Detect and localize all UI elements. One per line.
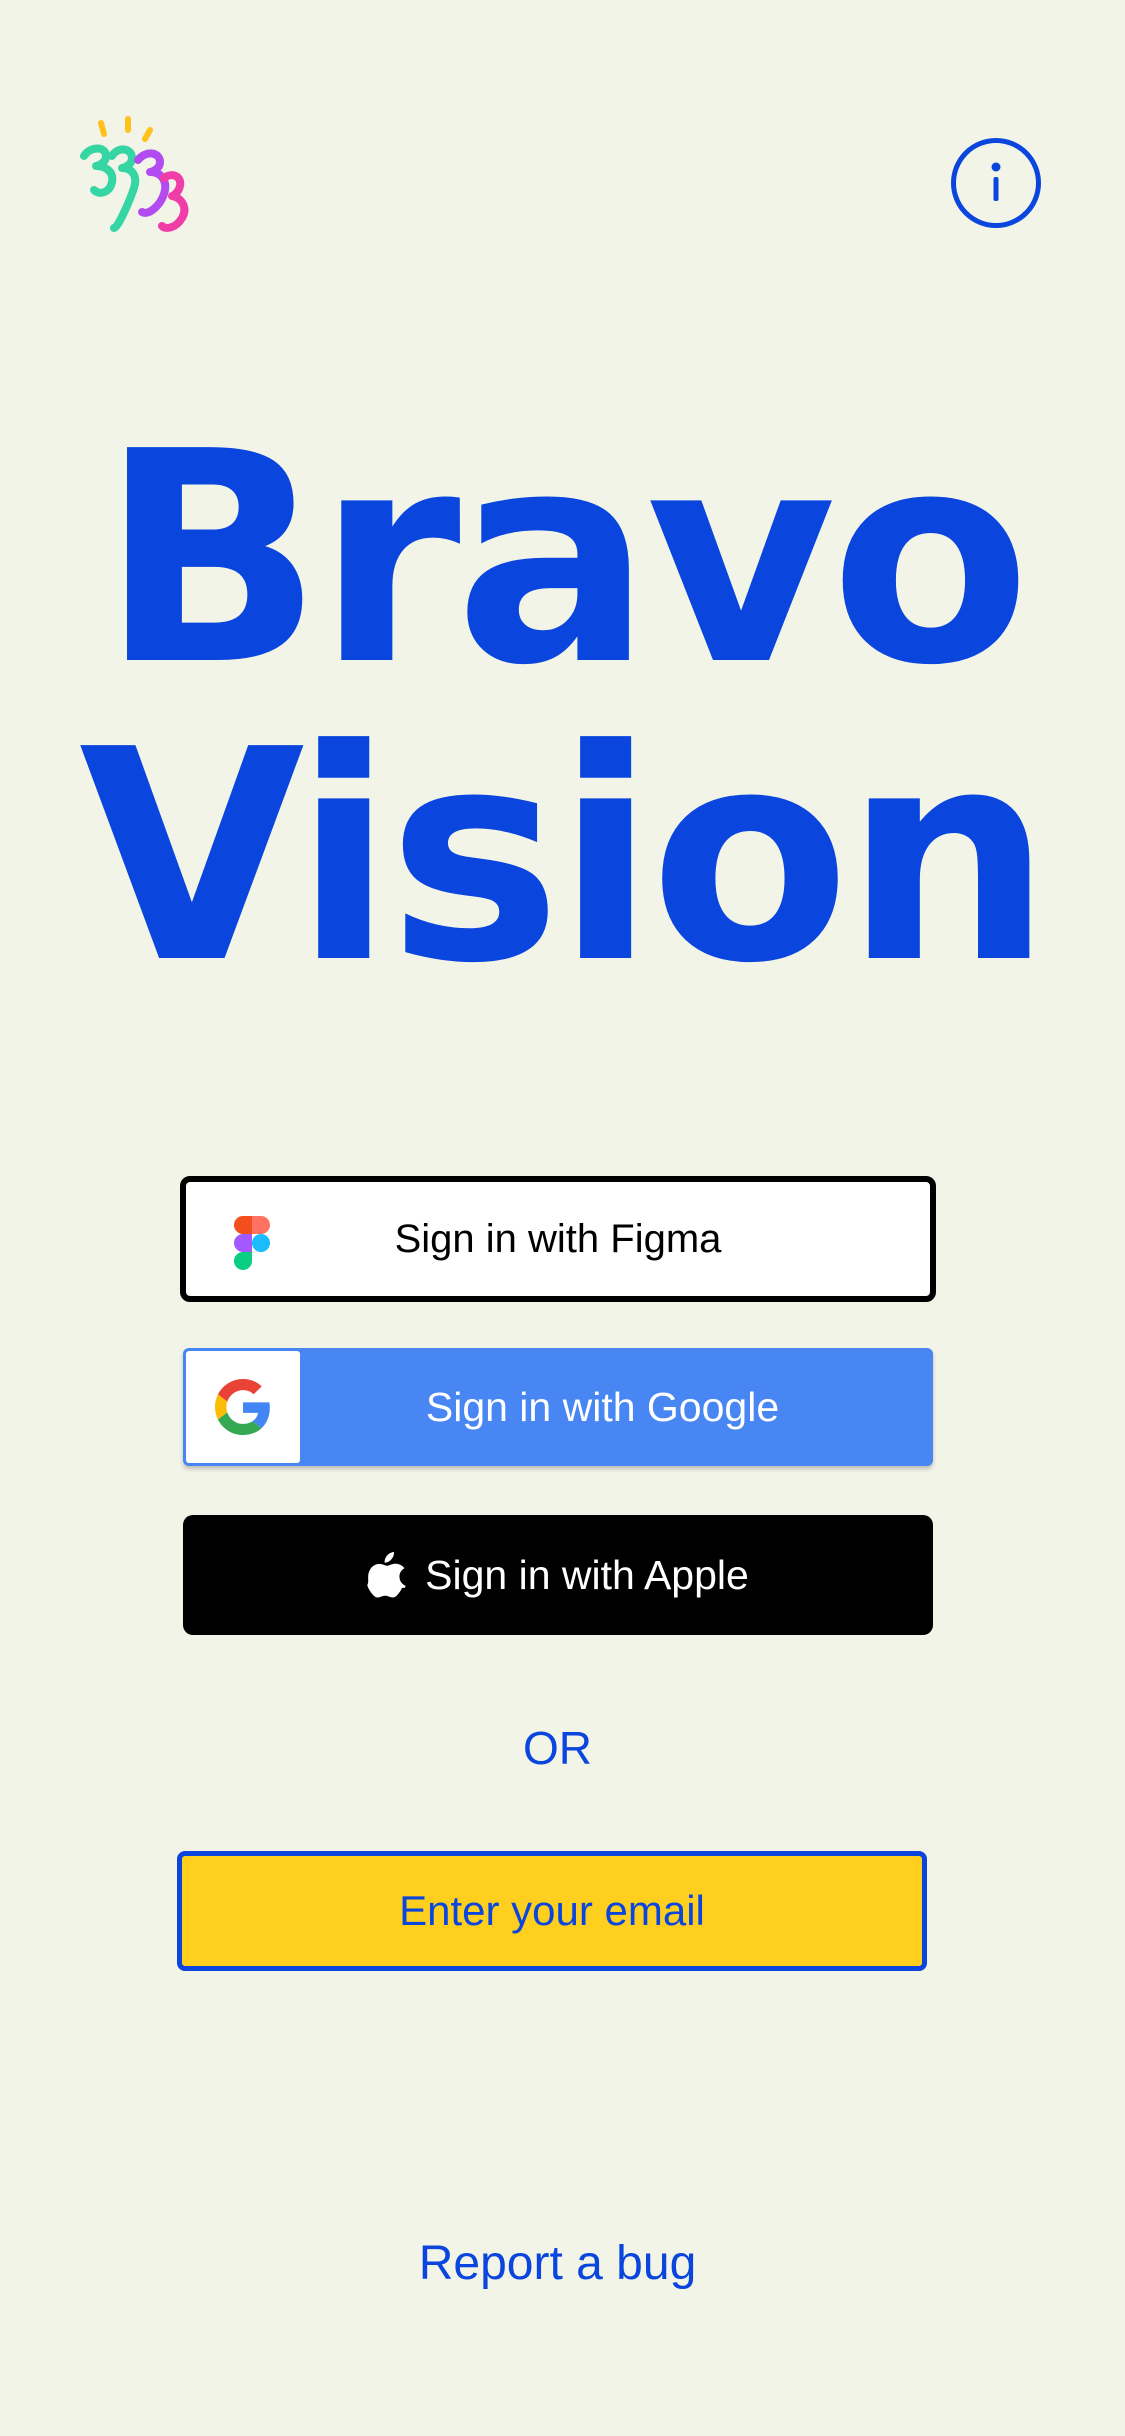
enter-email-button[interactable]: Enter your email [177, 1851, 927, 1971]
sign-in-google-button[interactable]: Sign in with Google [183, 1348, 933, 1466]
sign-in-apple-button[interactable]: Sign in with Apple [183, 1515, 933, 1635]
hero-title-line-1: Bravo [100, 389, 1031, 729]
apple-icon [367, 1552, 406, 1598]
google-g-icon [215, 1379, 270, 1435]
enter-email-label: Enter your email [399, 1887, 705, 1934]
sign-in-google-label: Sign in with Google [425, 1383, 780, 1430]
sign-in-figma-button[interactable]: Sign in with Figma [180, 1176, 936, 1302]
squiggle-logo-icon [76, 116, 196, 236]
info-button[interactable] [951, 138, 1041, 228]
hero-title: Bravo Vision [0, 410, 1125, 1006]
sign-in-apple-label: Sign in with Apple [425, 1551, 749, 1598]
sign-in-figma-label: Sign in with Figma [394, 1216, 722, 1261]
hero-title-line-2: Vision [78, 687, 1052, 1027]
google-icon-box [186, 1351, 300, 1463]
or-divider-text: OR [523, 1722, 592, 1774]
report-bug-link[interactable]: Report a bug [0, 2232, 1115, 2296]
info-icon [991, 162, 1001, 201]
